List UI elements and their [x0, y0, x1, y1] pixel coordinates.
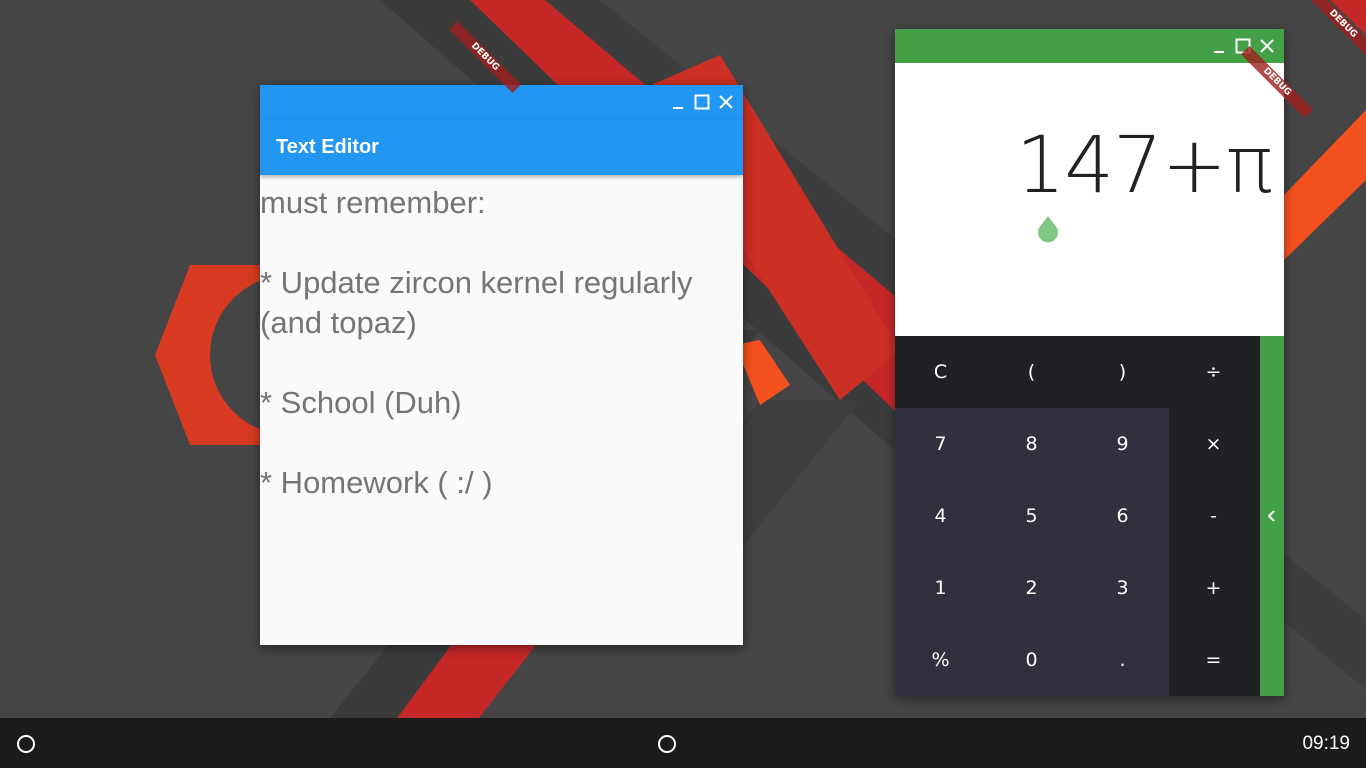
editor-window-controls	[669, 85, 735, 119]
close-icon[interactable]	[717, 93, 735, 111]
clock: 09:19	[1302, 733, 1350, 754]
text-cursor-handle-icon[interactable]	[1036, 214, 1060, 244]
key-digit-7-button[interactable]: 7	[895, 408, 986, 480]
key-percent-button[interactable]: %	[895, 624, 986, 696]
key-digit-1-button[interactable]: 1	[895, 552, 986, 624]
editor-titlebar[interactable]	[260, 85, 743, 119]
editor-title: Text Editor	[276, 136, 379, 158]
key-digit-2-button[interactable]: 2	[986, 552, 1077, 624]
editor-text-area[interactable]: must remember: * Update zircon kernel re…	[260, 183, 738, 633]
key-digit-8-button[interactable]: 8	[986, 408, 1077, 480]
calculator-window-controls	[1210, 29, 1276, 63]
text-editor-window: Text Editor must remember: * Update zirc…	[260, 85, 743, 645]
key-multiply-button[interactable]: ×	[1168, 408, 1259, 480]
key-decimal-button[interactable]: .	[1077, 624, 1168, 696]
key-digit-0-button[interactable]: 0	[986, 624, 1077, 696]
key-digit-4-button[interactable]: 4	[895, 480, 986, 552]
key-subtract-button[interactable]: -	[1168, 480, 1259, 552]
key-digit-5-button[interactable]: 5	[986, 480, 1077, 552]
key-open-paren-button[interactable]: (	[986, 336, 1077, 408]
key-equals-button[interactable]: =	[1168, 624, 1259, 696]
minimize-icon[interactable]	[669, 93, 687, 111]
calculator-expression: 147+π	[1015, 121, 1273, 211]
calculator-window: 147+π C() ÷ 7 8 9 × 4 5 6- 1 2 3 +% 0. =	[895, 29, 1284, 696]
key-digit-9-button[interactable]: 9	[1077, 408, 1168, 480]
calculator-keypad: C() ÷ 7 8 9 × 4 5 6- 1 2 3 +% 0. =	[895, 336, 1260, 696]
advanced-panel-handle[interactable]	[1260, 336, 1284, 696]
taskbar: 09:19	[0, 718, 1366, 768]
close-icon[interactable]	[1258, 37, 1276, 55]
chevron-left-icon	[1267, 510, 1275, 522]
maximize-icon[interactable]	[693, 93, 711, 111]
key-close-paren-button[interactable]: )	[1077, 336, 1168, 408]
key-digit-6-button[interactable]: 6	[1077, 480, 1168, 552]
key-divide-button[interactable]: ÷	[1168, 336, 1259, 408]
home-button[interactable]	[658, 735, 676, 753]
key-add-button[interactable]: +	[1168, 552, 1259, 624]
calculator-titlebar[interactable]	[895, 29, 1284, 63]
launcher-button[interactable]	[17, 735, 35, 753]
calculator-display[interactable]: 147+π	[895, 63, 1284, 336]
minimize-icon[interactable]	[1210, 37, 1228, 55]
editor-app-bar: Text Editor	[260, 119, 743, 175]
key-digit-3-button[interactable]: 3	[1077, 552, 1168, 624]
key-clear-button[interactable]: C	[895, 336, 986, 408]
